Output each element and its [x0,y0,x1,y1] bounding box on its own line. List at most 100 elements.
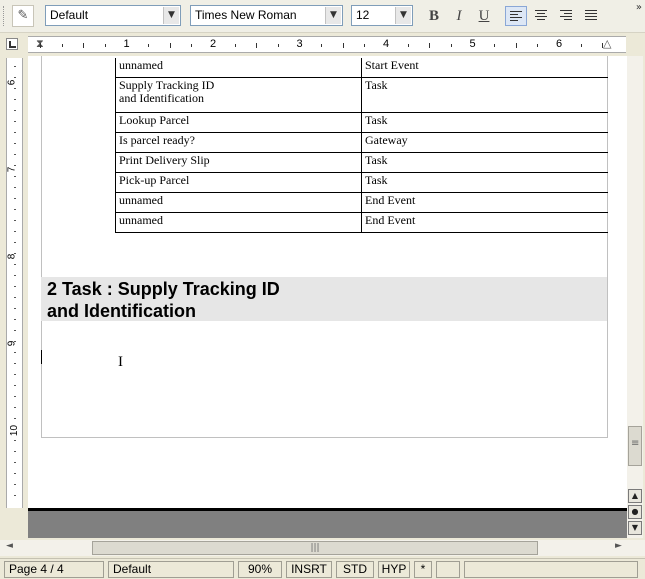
vertical-ruler-tick [14,187,16,188]
vertical-ruler-tick [14,77,16,78]
element-name-text: unnamed [119,58,163,72]
toolbar-overflow-icon[interactable]: » [636,2,642,13]
vertical-ruler-tick [14,473,16,474]
vertical-ruler-tick [14,209,16,210]
element-name-cell[interactable]: Print Delivery Slip [115,152,362,173]
vertical-ruler-tick [14,99,16,100]
vertical-ruler-tick [14,154,16,155]
signature-indicator[interactable] [436,561,460,578]
section-heading[interactable]: 2 Task : Supply Tracking ID and Identifi… [47,278,280,322]
vertical-ruler-tick [14,88,16,89]
paragraph-style-select[interactable]: Default ▼ [45,5,181,26]
table-row: Print Delivery Slip Task [115,152,608,173]
table-row: unnamed Start Event [115,58,608,78]
vertical-scrollbar[interactable]: ▲ ● ▼ [627,56,643,538]
element-name-cell[interactable]: Is parcel ready? [115,132,362,153]
align-right-button[interactable] [556,6,578,26]
scroll-right-icon[interactable]: ► [615,541,622,551]
align-left-button[interactable] [505,6,527,26]
element-type-cell[interactable]: Task [361,152,608,173]
modified-indicator[interactable]: * [414,561,432,578]
page-style-indicator[interactable]: Default [108,561,234,578]
vertical-ruler-tick [14,407,16,408]
ruler-tick [407,44,409,47]
font-size-select[interactable]: 12 ▼ [351,5,413,26]
font-size-value: 12 [356,8,370,22]
right-indent-marker-icon[interactable]: △ [603,37,611,50]
vertical-ruler[interactable]: 6 7 8 9 10 [6,58,23,508]
ruler-tick [429,43,431,48]
element-type-cell[interactable]: Task [361,112,608,133]
styles-formatting-icon[interactable]: ✎ [12,5,34,27]
element-type-cell[interactable]: Task [361,77,608,113]
vertical-ruler-tick [14,231,16,232]
vertical-ruler-tick [14,451,16,452]
horizontal-scrollbar[interactable]: ◄ ||| ► [0,540,645,556]
ruler-tick [61,44,63,47]
document-view[interactable]: unnamed Start Event Supply Tracking ID and… [28,56,627,538]
hyperlink-mode-indicator[interactable]: HYP [378,561,410,578]
object-info-field [464,561,638,578]
underline-button[interactable]: U [473,6,495,26]
element-name-text: unnamed [119,192,163,207]
document-page[interactable]: unnamed Start Event Supply Tracking ID and… [28,56,627,508]
horizontal-ruler[interactable]: ⧗ △ 123456 [28,36,626,53]
ruler-tick [342,43,344,48]
zoom-indicator[interactable]: 90% [238,561,282,578]
element-name-text: unnamed [119,212,163,227]
vertical-ruler-tick [14,165,16,166]
element-name-cell[interactable]: unnamed [115,58,362,78]
vertical-ruler-number: 10 [9,424,21,437]
justify-button[interactable] [581,6,603,26]
vertical-ruler-tick [14,330,16,331]
element-name-cell[interactable]: unnamed [115,192,362,213]
chevron-down-icon[interactable]: ▼ [325,7,341,24]
toolbar-grip[interactable] [3,6,6,26]
element-name-cell[interactable]: Pick-up Parcel [115,172,362,193]
next-page-button[interactable]: ▼ [628,521,642,535]
element-type-text: Start Event [365,58,419,72]
vertical-ruler-tick [14,385,16,386]
element-type-cell[interactable]: Task [361,172,608,193]
element-type-cell[interactable]: End Event [361,192,608,213]
table-row: Pick-up Parcel Task [115,172,608,193]
ruler-tick [83,43,85,48]
vertical-scroll-thumb[interactable] [628,426,642,466]
chevron-down-icon[interactable]: ▼ [395,7,411,24]
navigator-button[interactable]: ● [628,505,642,519]
vertical-ruler-tick [14,363,16,364]
align-center-button[interactable] [531,6,553,26]
element-type-cell[interactable]: Start Event [361,58,608,78]
element-name-text: Pick-up Parcel [119,172,190,187]
insert-mode-indicator[interactable]: INSRT [286,561,332,578]
page-bottom-border [28,508,627,511]
ruler-number: 1 [123,38,130,50]
horizontal-scroll-thumb[interactable]: ||| [92,541,538,555]
ruler-number: 6 [556,38,563,50]
vertical-ruler-tick [14,264,16,265]
previous-page-button[interactable]: ▲ [628,489,642,503]
chevron-down-icon[interactable]: ▼ [163,7,179,24]
ruler-tick [450,44,452,47]
page-indicator[interactable]: Page 4 / 4 [4,561,104,578]
element-name-cell[interactable]: Lookup Parcel [115,112,362,133]
vertical-ruler-tick [14,220,16,221]
element-type-cell[interactable]: End Event [361,212,608,233]
ruler-tick [580,44,582,47]
element-name-cell[interactable]: unnamed [115,212,362,233]
element-name-cell[interactable]: Supply Tracking ID and Identification [115,77,362,113]
ruler-tick [602,43,604,48]
vertical-ruler-tick [14,176,16,177]
element-type-text: Task [365,152,388,167]
selection-mode-indicator[interactable]: STD [336,561,374,578]
table-row: unnamed End Event [115,192,608,213]
tab-stop-type-icon[interactable] [6,38,18,50]
font-name-select[interactable]: Times New Roman ▼ [190,5,343,26]
bold-button[interactable]: B [423,6,445,26]
ruler-tick [40,43,41,48]
vertical-ruler-tick [14,341,16,342]
scroll-left-icon[interactable]: ◄ [6,541,13,551]
italic-button[interactable]: I [448,6,470,26]
element-type-cell[interactable]: Gateway [361,132,608,153]
vertical-ruler-number: 8 [6,253,18,260]
